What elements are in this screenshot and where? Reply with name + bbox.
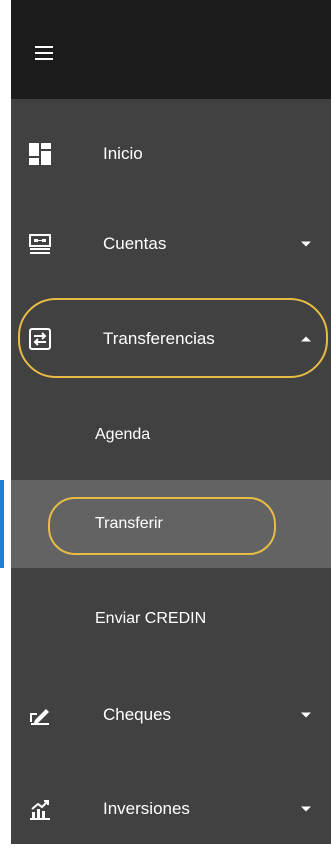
submenu-item-label: Agenda bbox=[95, 426, 151, 443]
hamburger-menu-icon[interactable] bbox=[35, 46, 53, 60]
menu-item-label: Cheques bbox=[103, 705, 172, 724]
dashboard-grid-icon bbox=[29, 143, 51, 165]
cheque-pen-icon bbox=[30, 709, 49, 725]
submenu-item-label: Enviar CREDIN bbox=[95, 610, 207, 627]
submenu-item-transferir[interactable]: Transferir bbox=[0, 480, 331, 568]
sidebar-nav: Inicio Cuentas Transferencias Agenda Tra… bbox=[0, 0, 331, 844]
chevron-down-icon bbox=[301, 712, 311, 718]
submenu-item-label: Transferir bbox=[95, 515, 163, 532]
chevron-down-icon bbox=[301, 806, 311, 812]
menu-item-label: Transferencias bbox=[103, 329, 215, 348]
menu-item-transferencias[interactable]: Transferencias bbox=[11, 294, 331, 384]
menu-item-cuentas[interactable]: Cuentas bbox=[11, 199, 331, 289]
sidebar-header bbox=[11, 0, 331, 99]
chevron-down-icon bbox=[301, 241, 311, 247]
menu-item-cheques[interactable]: Cheques bbox=[11, 670, 331, 760]
active-indicator bbox=[0, 480, 4, 568]
submenu-item-enviar-credin[interactable]: Enviar CREDIN bbox=[11, 575, 331, 663]
menu-item-label: Cuentas bbox=[103, 234, 167, 253]
investment-chart-icon bbox=[30, 800, 50, 820]
account-card-icon bbox=[29, 234, 51, 254]
submenu-item-agenda[interactable]: Agenda bbox=[11, 391, 331, 479]
transfer-arrows-icon bbox=[29, 328, 51, 350]
menu-item-inicio[interactable]: Inicio bbox=[11, 109, 331, 199]
menu-item-label: Inversiones bbox=[103, 799, 190, 818]
menu-item-inversiones[interactable]: Inversiones bbox=[11, 764, 331, 854]
menu-item-label: Inicio bbox=[103, 144, 143, 163]
chevron-up-icon bbox=[301, 336, 311, 342]
